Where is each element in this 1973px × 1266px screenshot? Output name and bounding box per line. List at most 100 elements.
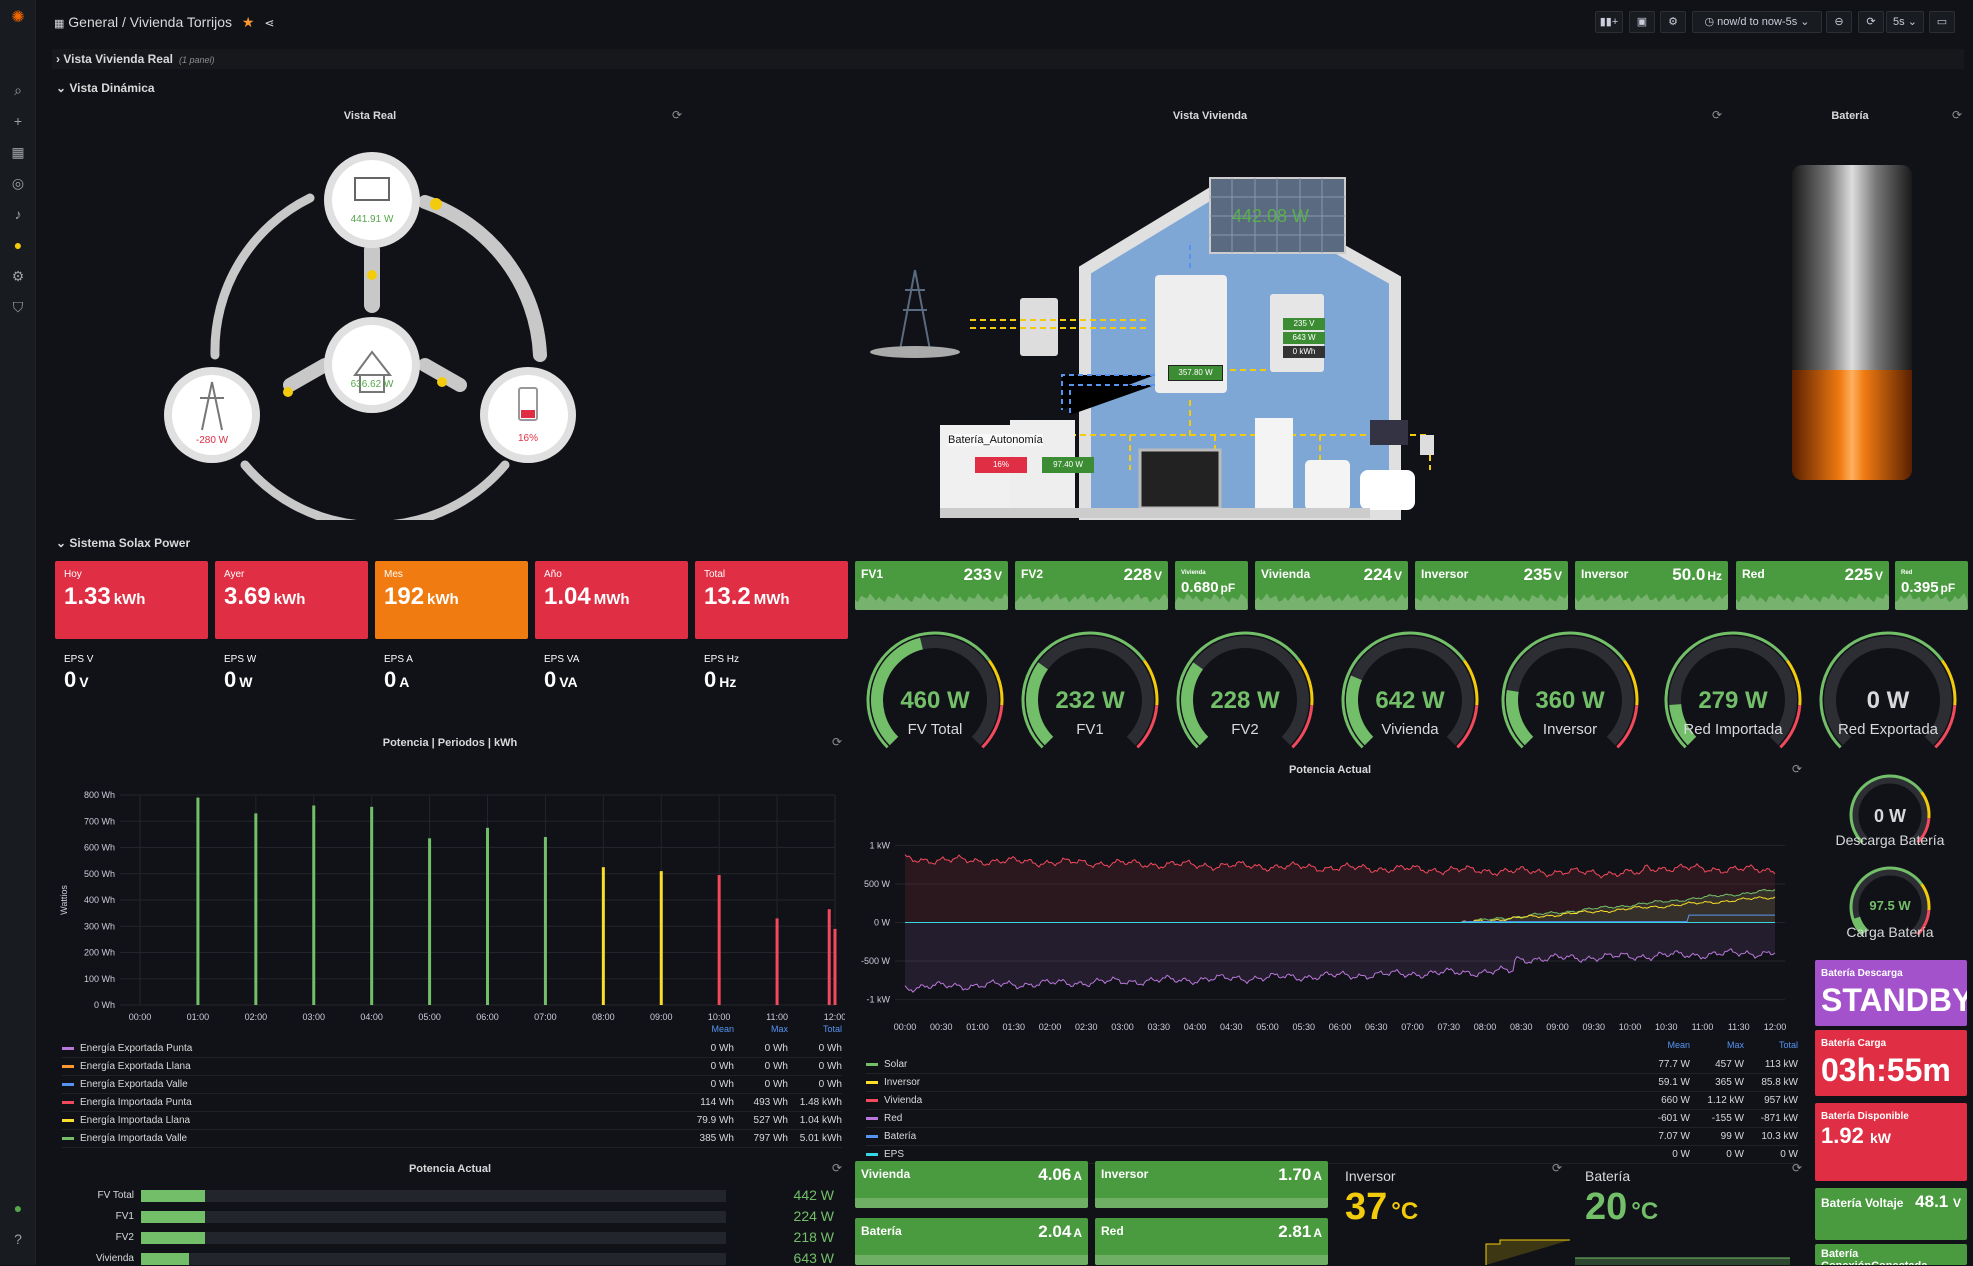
legend-row[interactable]: Red -601 W -155 W -871 kW	[866, 1110, 1798, 1128]
grafana-logo-icon[interactable]: ✺	[10, 10, 26, 26]
settings-icon[interactable]: ⚙	[1660, 11, 1686, 33]
zoom-out-icon[interactable]: ⊖	[1826, 11, 1852, 33]
legend-row[interactable]: Solar 77.7 W 457 W 113 kW	[866, 1056, 1798, 1074]
stat-label: Vivienda	[1261, 567, 1311, 581]
y-tick-label: 600 Wh	[84, 843, 115, 853]
legend-series-name: Red	[884, 1113, 903, 1124]
y-tick-label: 500 W	[864, 879, 891, 889]
stat-unit: kWh	[427, 591, 459, 608]
stat-unit: A	[1073, 1226, 1082, 1240]
stat-unit: V	[79, 674, 89, 690]
panel-title-potencia-periodos[interactable]: Potencia | Periodos | kWh	[330, 737, 570, 749]
row-vista-dinamica[interactable]: ⌄ Vista Dinámica	[56, 81, 155, 95]
panel-refresh-icon[interactable]: ⟳	[1792, 762, 1802, 776]
share-icon[interactable]: ⋖	[264, 16, 274, 30]
x-tick-label: 11:00	[766, 1012, 788, 1022]
x-tick-label: 07:30	[1437, 1022, 1460, 1030]
legend-row[interactable]: Energía Importada Valle 385 Wh 797 Wh 5.01 …	[62, 1130, 842, 1148]
stat-value: 20 °C	[1585, 1186, 1658, 1229]
stat-number: 0	[384, 667, 397, 692]
bar	[775, 918, 779, 1005]
panel-title-bateria[interactable]: Batería	[1800, 110, 1900, 122]
panel-refresh-icon[interactable]: ⟳	[1552, 1161, 1562, 1175]
row-title: Vista Vivienda Real	[63, 52, 173, 66]
legend-row[interactable]: Batería 7.07 W 99 W 10.3 kW	[866, 1128, 1798, 1146]
star-icon[interactable]: ★	[242, 14, 255, 30]
search-icon[interactable]: ⌕	[10, 82, 26, 98]
panel-refresh-icon[interactable]: ⟳	[1792, 1161, 1802, 1175]
current-power-chart: 1 kW 500 W 0 W -500 W -1 kW 00:00 00:30 01:00 01…	[861, 840, 1786, 1030]
globe-icon[interactable]: ●	[10, 237, 26, 253]
gear-icon[interactable]: ⚙	[10, 268, 26, 284]
bar-gauge-value: 442 W	[793, 1187, 834, 1203]
legend-row[interactable]: Energía Importada Punta 114 Wh 493 Wh 1.48 …	[62, 1094, 842, 1112]
x-tick-label: 06:30	[1365, 1022, 1388, 1030]
save-icon[interactable]: ▣	[1629, 11, 1655, 33]
voltage-stat: Inversor 235 V	[1415, 561, 1568, 610]
x-tick-label: 01:30	[1002, 1022, 1025, 1030]
shield-icon[interactable]: ⛉	[10, 299, 26, 315]
energy-stat: Año 1.04 MWh	[535, 561, 688, 639]
inverter-power-value: 357.80 W	[1168, 365, 1223, 381]
panel-refresh-icon[interactable]: ⟳	[832, 735, 842, 749]
stat-value: 0A	[384, 667, 413, 693]
bar	[486, 827, 489, 1005]
panel-refresh-icon[interactable]: ⟳	[1712, 108, 1722, 122]
stat-number: 224	[1363, 565, 1392, 584]
legend-row[interactable]: Energía Exportada Llana 0 Wh 0 Wh 0 Wh	[62, 1058, 842, 1076]
eps-stat: EPS Hz 0 Hz	[704, 654, 739, 693]
explore-icon[interactable]: ◎	[10, 175, 26, 191]
y-tick-label: 0 W	[874, 918, 891, 928]
legend-value: 79.9 Wh	[696, 1115, 734, 1126]
x-tick-label: 03:30	[1147, 1022, 1170, 1030]
legend-row[interactable]: Energía Exportada Punta 0 Wh 0 Wh 0 Wh	[62, 1040, 842, 1058]
legend-series-name: Energía Exportada Valle	[80, 1079, 188, 1090]
stat-value: 2.04 A	[1038, 1222, 1082, 1242]
help-icon[interactable]: ?	[10, 1231, 26, 1247]
breadcrumb-folder[interactable]: General	[68, 14, 118, 30]
legend-row[interactable]: Inversor 59.1 W 365 W 85.8 kW	[866, 1074, 1798, 1092]
bar	[254, 813, 258, 1005]
stat-unit: Hz	[719, 674, 737, 690]
legend-series-name: Vivienda	[884, 1095, 923, 1106]
panel-refresh-icon[interactable]: ⟳	[832, 1161, 842, 1175]
legend-row[interactable]: Energía Importada Llana 79.9 Wh 527 Wh 1.04…	[62, 1112, 842, 1130]
breadcrumb-dashboard[interactable]: Vivienda Torrijos	[130, 14, 232, 30]
panel-title-vista-real[interactable]: Vista Real	[300, 110, 440, 122]
legend-value: 5.01 kWh	[799, 1133, 842, 1144]
add-panel-button[interactable]: ▮▮+	[1595, 11, 1623, 33]
panel-title-potencia-actual[interactable]: Potencia Actual	[1240, 764, 1420, 776]
legend-row[interactable]: Energía Exportada Valle 0 Wh 0 Wh 0 Wh	[62, 1076, 842, 1094]
plus-icon[interactable]: +	[10, 113, 26, 129]
x-tick-label: 10:00	[1619, 1022, 1642, 1030]
gauge-value: 642 W	[1375, 687, 1445, 714]
stat-number: 37	[1345, 1186, 1388, 1228]
avatar[interactable]: ●	[10, 1200, 26, 1216]
stat-label: Red	[1101, 1224, 1124, 1238]
tv-mode-icon[interactable]: ▭	[1929, 11, 1955, 33]
refresh-icon[interactable]: ⟳	[1858, 11, 1884, 33]
bell-icon[interactable]: ♪	[10, 206, 26, 222]
bar	[833, 928, 837, 1005]
stat-number: 4.06	[1038, 1165, 1072, 1184]
clock-icon: ◷	[1704, 16, 1718, 28]
x-tick-label: 00:00	[894, 1022, 917, 1030]
panel-title-potencia-actual-bars[interactable]: Potencia Actual	[360, 1163, 540, 1175]
legend-series-name: Energía Importada Punta	[80, 1097, 192, 1108]
panel-refresh-icon[interactable]: ⟳	[1952, 108, 1962, 122]
panel-refresh-icon[interactable]: ⟳	[672, 108, 682, 122]
stat-number: 2.81	[1278, 1222, 1312, 1241]
legend-row[interactable]: Vivienda 660 W 1.12 kW 957 kW	[866, 1092, 1798, 1110]
row-sistema-solax[interactable]: ⌄ Sistema Solax Power	[56, 536, 190, 550]
bar-gauge-track	[141, 1253, 726, 1265]
refresh-interval[interactable]: 5s ⌄	[1886, 11, 1924, 33]
row-vista-vivienda-real[interactable]: › Vista Vivienda Real (1 panel)	[56, 52, 215, 66]
y-tick-label: 400 Wh	[84, 895, 115, 905]
stat-unit: V	[993, 569, 1002, 583]
panel-title-vista-vivienda[interactable]: Vista Vivienda	[1140, 110, 1280, 122]
row-note: (1 panel)	[178, 55, 215, 65]
time-picker[interactable]: ◷ now/d to now-5s ⌄	[1692, 11, 1822, 33]
dashboards-icon[interactable]: ▦	[10, 144, 26, 160]
legend-value: 365 W	[1715, 1077, 1744, 1088]
energy-flow-diagram	[164, 152, 576, 520]
